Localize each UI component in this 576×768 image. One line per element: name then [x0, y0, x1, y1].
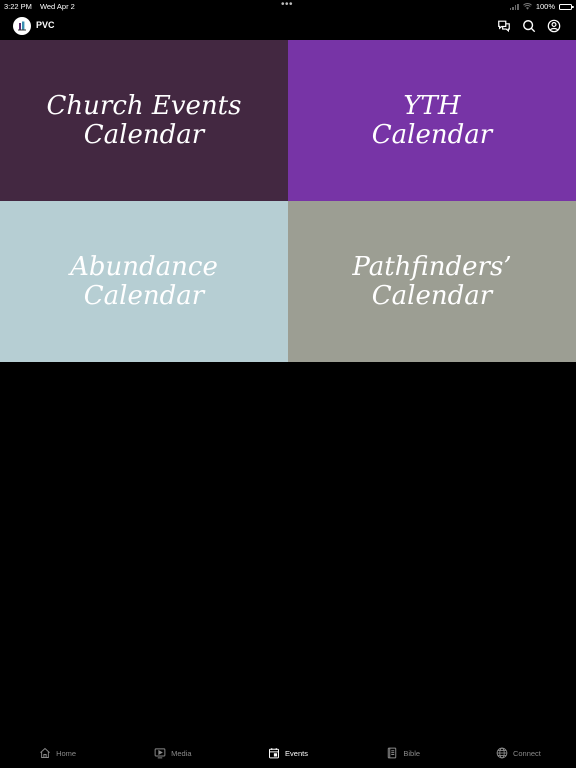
- tile-title: Pathfinders’: [352, 251, 512, 282]
- status-right: 100%: [509, 2, 574, 11]
- tile-abundance-calendar[interactable]: Abundance Calendar: [0, 201, 288, 362]
- tab-label: Media: [171, 748, 192, 758]
- chat-icon[interactable]: [496, 18, 512, 34]
- tile-subtitle: Calendar: [83, 280, 205, 311]
- tile-pathfinders-calendar[interactable]: Pathfinders’ Calendar: [288, 201, 576, 362]
- tile-label: Abundance Calendar: [70, 251, 218, 311]
- tab-label: Bible: [403, 748, 421, 758]
- tab-bible[interactable]: Bible: [346, 738, 461, 768]
- church-logo-icon[interactable]: [13, 17, 31, 35]
- tab-label: Home: [56, 748, 77, 758]
- battery-icon: [559, 3, 574, 10]
- tile-label: YTH Calendar: [371, 90, 493, 150]
- tab-connect[interactable]: Connect: [461, 738, 576, 768]
- calendar-icon: [269, 748, 280, 759]
- header-actions: [496, 18, 562, 34]
- cellular-signal-icon: [509, 3, 519, 10]
- app-header: PVC: [0, 12, 576, 40]
- globe-icon: [496, 747, 508, 759]
- tile-label: Church Events Calendar: [46, 90, 242, 150]
- tab-events[interactable]: Events: [230, 738, 345, 768]
- home-icon: [40, 747, 50, 758]
- media-icon: [154, 748, 166, 759]
- tab-media[interactable]: Media: [115, 738, 230, 768]
- tile-title: Church Events: [46, 90, 242, 121]
- tile-title: Abundance: [70, 251, 218, 282]
- status-left: 3:22 PM Wed Apr 2: [4, 2, 75, 11]
- status-date: Wed Apr 2: [39, 2, 75, 11]
- status-time: 3:22 PM: [4, 2, 32, 11]
- tile-yth-calendar[interactable]: YTH Calendar: [288, 40, 576, 201]
- bible-icon: [388, 747, 397, 759]
- wifi-icon: [522, 3, 532, 10]
- account-icon[interactable]: [546, 18, 562, 34]
- tab-label: Connect: [512, 748, 541, 758]
- app-title: PVC: [36, 20, 55, 30]
- tile-label: Pathfinders’ Calendar: [352, 251, 512, 311]
- tab-home[interactable]: Home: [0, 738, 115, 768]
- tile-subtitle: Calendar: [83, 119, 205, 150]
- tab-label: Events: [285, 748, 308, 758]
- tile-subtitle: Calendar: [371, 280, 493, 311]
- calendar-grid: Church Events Calendar YTH Calendar Abun…: [0, 40, 576, 362]
- tile-church-events-calendar[interactable]: Church Events Calendar: [0, 40, 288, 201]
- search-icon[interactable]: [521, 18, 537, 34]
- battery-percent: 100%: [535, 2, 555, 11]
- tab-bar: Home Media Events Bible Connect: [0, 738, 576, 768]
- tile-subtitle: Calendar: [371, 119, 493, 150]
- status-bar: 3:22 PM Wed Apr 2 ••• 100%: [0, 0, 576, 12]
- tile-title: YTH: [403, 90, 461, 121]
- multitasking-dots[interactable]: •••: [281, 0, 293, 10]
